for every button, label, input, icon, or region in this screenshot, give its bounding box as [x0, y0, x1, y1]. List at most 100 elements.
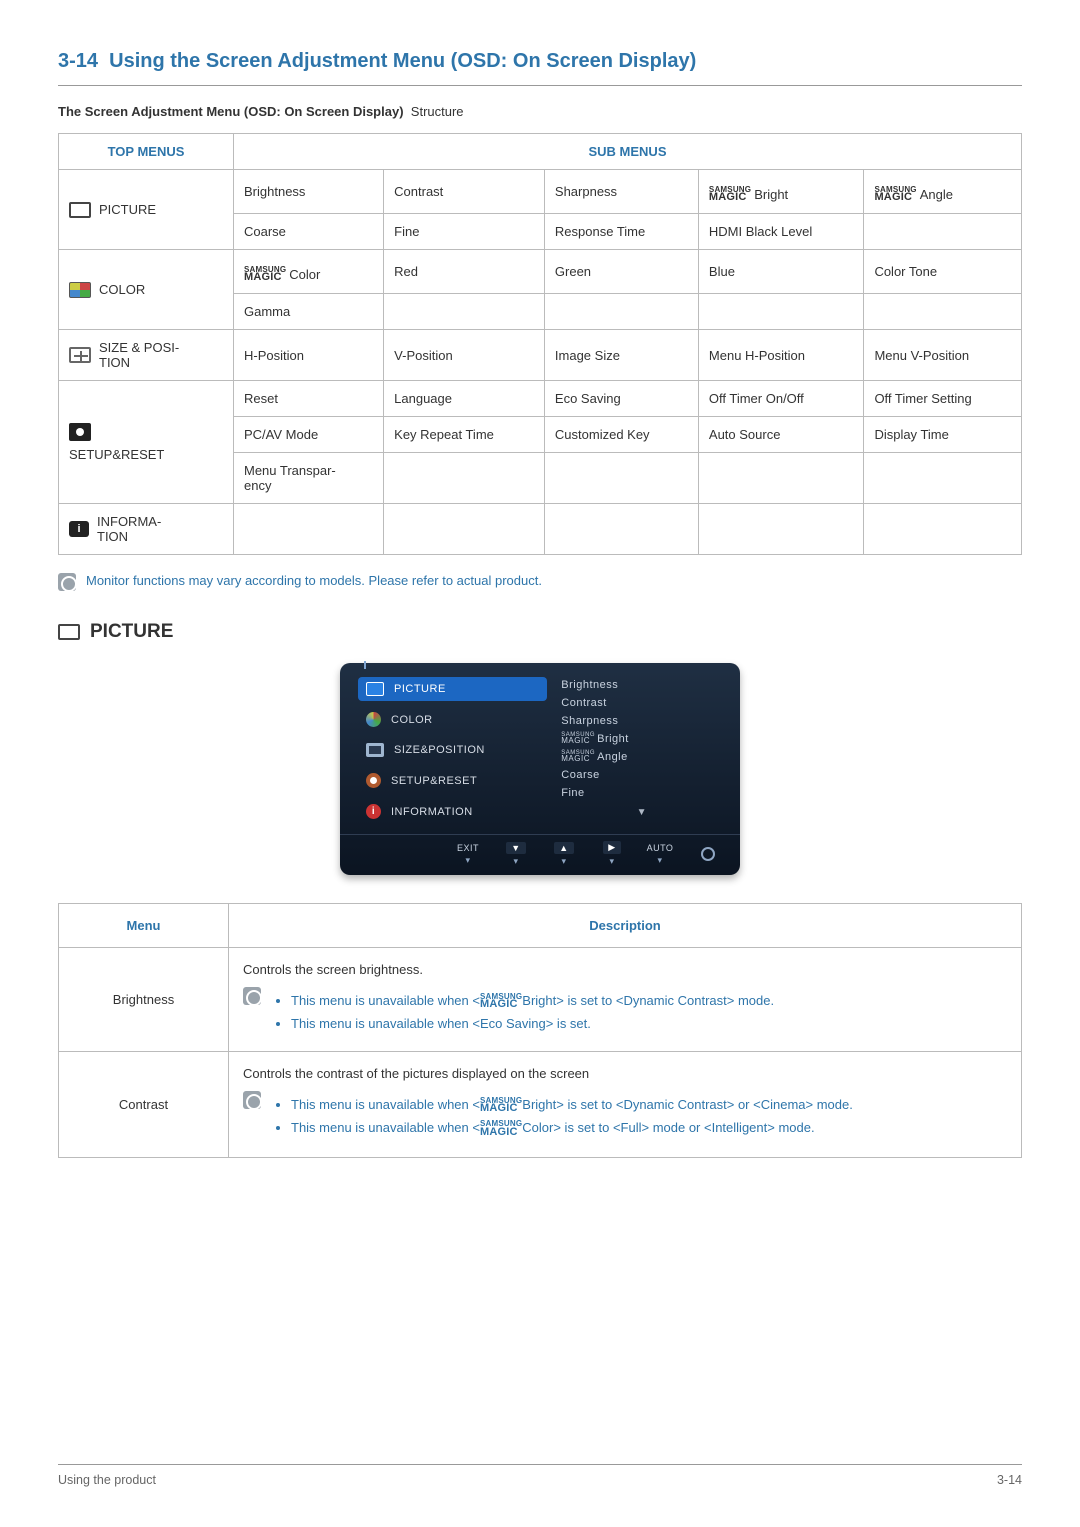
osd-item-picture: PICTURE — [358, 677, 547, 701]
note-icon — [58, 573, 76, 591]
osd-right-item: Sharpness — [561, 715, 722, 727]
cell: Brightness — [234, 170, 384, 214]
cell — [698, 294, 864, 330]
note-item: This menu is unavailable when <SAMSUNGMA… — [291, 1097, 853, 1114]
note-icon — [243, 1091, 261, 1109]
cell: Off Timer On/Off — [698, 381, 864, 417]
cell: HDMI Black Level — [698, 214, 864, 250]
menu-color: COLOR — [59, 250, 234, 330]
osd-right-item: Brightness — [561, 679, 722, 691]
chevron-down-icon: ▼ — [561, 807, 722, 818]
menu-setup-reset: SETUP&RESET — [59, 381, 234, 504]
note-item: This menu is unavailable when <SAMSUNGMA… — [291, 1120, 853, 1137]
size-position-icon — [69, 347, 91, 363]
cell: H-Position — [234, 330, 384, 381]
cell — [864, 453, 1022, 504]
osd-item-size-position: SIZE&POSITION — [358, 738, 547, 762]
page-title: 3-14 Using the Screen Adjustment Menu (O… — [58, 50, 1022, 86]
cell — [544, 294, 698, 330]
key-up-icon: ▲ — [554, 842, 573, 854]
exit-label: EXIT — [457, 843, 479, 853]
key-down-icon: ▼ — [506, 842, 525, 854]
info-icon: i — [366, 804, 381, 819]
cell — [698, 453, 864, 504]
desc-contrast: Controls the contrast of the pictures di… — [229, 1052, 1022, 1158]
osd-right-item: Coarse — [561, 769, 722, 781]
cell: Coarse — [234, 214, 384, 250]
picture-icon — [69, 202, 91, 218]
cell: Menu Transpar-ency — [234, 453, 384, 504]
note-monitor-functions: Monitor functions may vary according to … — [58, 573, 1022, 591]
osd-right-item: SAMSUNGMAGICBright — [561, 733, 722, 745]
cell — [384, 504, 545, 555]
header-description: Description — [229, 904, 1022, 948]
color-icon — [69, 282, 91, 298]
cell: Off Timer Setting — [864, 381, 1022, 417]
cell: Key Repeat Time — [384, 417, 545, 453]
menu-brightness: Brightness — [59, 948, 229, 1052]
cell: Red — [384, 250, 545, 294]
info-icon: i — [69, 521, 89, 537]
header-top-menus: TOP MENUS — [59, 134, 234, 170]
osd-item-information: iINFORMATION — [358, 799, 547, 824]
cell — [698, 504, 864, 555]
gear-icon — [69, 423, 91, 441]
osd-right-item: SAMSUNGMAGICAngle — [561, 751, 722, 763]
header-sub-menus: SUB MENUS — [234, 134, 1022, 170]
header-menu: Menu — [59, 904, 229, 948]
footer-left: Using the product — [58, 1473, 156, 1487]
cell: Blue — [698, 250, 864, 294]
auto-label: AUTO — [647, 843, 674, 853]
cell: Fine — [384, 214, 545, 250]
chevron-down-icon: ▾ — [465, 855, 470, 866]
osd-item-color: COLOR — [358, 707, 547, 732]
cell: Reset — [234, 381, 384, 417]
menu-size-position: SIZE & POSI-TION — [59, 330, 234, 381]
cell: Gamma — [234, 294, 384, 330]
cell: Customized Key — [544, 417, 698, 453]
osd-panel: PICTURE COLOR SIZE&POSITION SETUP&RESET … — [340, 663, 740, 875]
cell: Sharpness — [544, 170, 698, 214]
osd-item-setup-reset: SETUP&RESET — [358, 768, 547, 793]
footer-right: 3-14 — [997, 1473, 1022, 1487]
section-picture-header: PICTURE — [58, 621, 1022, 643]
cell: Contrast — [384, 170, 545, 214]
cell: Color Tone — [864, 250, 1022, 294]
note-item: This menu is unavailable when <Eco Savin… — [291, 1016, 774, 1031]
cell: SAMSUNGMAGICColor — [234, 250, 384, 294]
cell — [384, 294, 545, 330]
subtitle: The Screen Adjustment Menu (OSD: On Scre… — [58, 104, 1022, 119]
key-enter-icon: ▶ — [603, 841, 620, 854]
cell: Green — [544, 250, 698, 294]
osd-left-column: PICTURE COLOR SIZE&POSITION SETUP&RESET … — [358, 677, 547, 824]
cell: SAMSUNGMAGICAngle — [864, 170, 1022, 214]
picture-icon — [366, 682, 384, 696]
note-item: This menu is unavailable when <SAMSUNGMA… — [291, 993, 774, 1010]
cell — [864, 294, 1022, 330]
cell — [544, 504, 698, 555]
picture-description-table: Menu Description Brightness Controls the… — [58, 903, 1022, 1158]
cell — [234, 504, 384, 555]
cell — [864, 214, 1022, 250]
menu-information: i INFORMA-TION — [59, 504, 234, 555]
power-icon — [701, 847, 715, 861]
cell: Menu H-Position — [698, 330, 864, 381]
osd-bottom-bar: EXIT▾ ▼▾ ▲▾ ▶▾ AUTO▾ — [340, 834, 740, 867]
osd-right-column: Brightness Contrast Sharpness SAMSUNGMAG… — [561, 677, 722, 824]
cell: Language — [384, 381, 545, 417]
top-menus-table: TOP MENUS SUB MENUS PICTURE Brightness C… — [58, 133, 1022, 555]
menu-picture: PICTURE — [59, 170, 234, 250]
osd-right-item: Fine — [561, 787, 722, 799]
size-position-icon — [366, 743, 384, 757]
desc-brightness: Controls the screen brightness. This men… — [229, 948, 1022, 1052]
cell — [384, 453, 545, 504]
picture-icon — [58, 624, 80, 640]
footer: Using the product 3-14 — [58, 1464, 1022, 1487]
cell: SAMSUNGMAGICBright — [698, 170, 864, 214]
cell: Eco Saving — [544, 381, 698, 417]
menu-contrast: Contrast — [59, 1052, 229, 1158]
cell: Response Time — [544, 214, 698, 250]
cell: Auto Source — [698, 417, 864, 453]
color-icon — [366, 712, 381, 727]
gear-icon — [366, 773, 381, 788]
